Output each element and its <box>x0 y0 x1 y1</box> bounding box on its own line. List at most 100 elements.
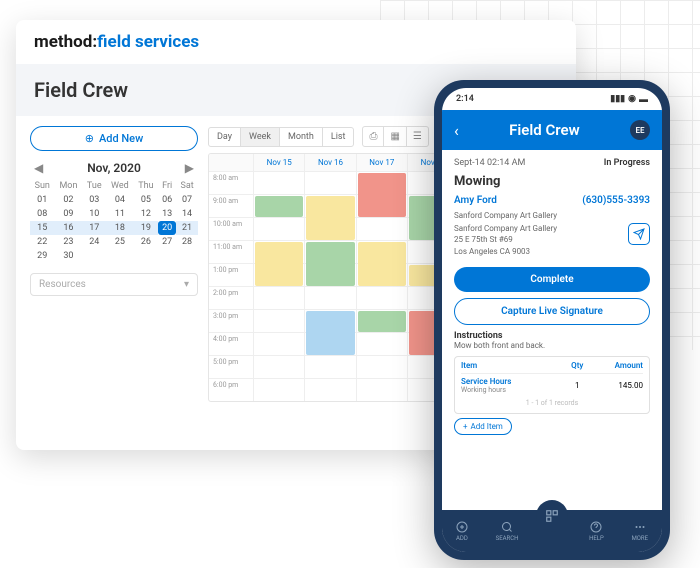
nav-search[interactable]: SEARCH <box>496 521 519 542</box>
list-view-icon[interactable]: ☰ <box>407 127 428 146</box>
calendar-day[interactable]: 07 <box>176 193 198 207</box>
calendar-day[interactable]: 16 <box>54 221 82 235</box>
schedule-cell[interactable] <box>304 218 355 240</box>
schedule-cell[interactable] <box>253 287 304 309</box>
schedule-cell[interactable] <box>304 172 355 194</box>
calendar-day[interactable]: 26 <box>134 235 159 249</box>
calendar-day[interactable]: 25 <box>106 235 134 249</box>
view-tab-month[interactable]: Month <box>280 128 323 146</box>
schedule-cell[interactable] <box>253 218 304 240</box>
schedule-cell[interactable] <box>356 218 407 240</box>
nav-more[interactable]: MORE <box>632 521 648 542</box>
time-label: 11:00 am <box>209 241 253 263</box>
schedule-cell[interactable] <box>304 333 355 355</box>
calendar-day[interactable] <box>176 249 198 263</box>
job-status: In Progress <box>604 158 650 168</box>
schedule-cell[interactable] <box>356 379 407 401</box>
schedule-cell[interactable] <box>356 195 407 217</box>
back-button[interactable]: ‹ <box>454 121 459 140</box>
wifi-icon: ◉ <box>628 94 636 104</box>
schedule-cell[interactable] <box>304 379 355 401</box>
calendar-day[interactable]: 11 <box>106 207 134 221</box>
calendar-day[interactable]: 19 <box>134 221 159 235</box>
calendar-day[interactable] <box>82 249 106 263</box>
schedule-cell[interactable] <box>356 287 407 309</box>
table-row[interactable]: Service Hours Working hours 1 145.00 <box>461 374 643 397</box>
calendar-day[interactable]: 03 <box>82 193 106 207</box>
calendar-day[interactable]: 01 <box>30 193 54 207</box>
schedule-cell[interactable] <box>356 356 407 378</box>
schedule-cell[interactable] <box>253 172 304 194</box>
navigate-button[interactable] <box>628 223 650 245</box>
prev-month-button[interactable]: ◀ <box>30 161 47 175</box>
schedule-cell[interactable] <box>304 356 355 378</box>
calendar-day[interactable] <box>134 249 159 263</box>
schedule-cell[interactable] <box>253 356 304 378</box>
schedule-cell[interactable] <box>304 195 355 217</box>
schedule-cell[interactable] <box>253 195 304 217</box>
calendar-day[interactable]: 02 <box>54 193 82 207</box>
calendar-day[interactable]: 04 <box>106 193 134 207</box>
customer-phone-link[interactable]: (630)555-3393 <box>582 195 650 206</box>
view-tab-list[interactable]: List <box>323 128 354 146</box>
resources-dropdown[interactable]: Resources ▾ <box>30 273 198 296</box>
calendar-day[interactable]: 23 <box>54 235 82 249</box>
grid-view-icon[interactable]: ▦ <box>384 127 406 146</box>
calendar-day[interactable]: 29 <box>30 249 54 263</box>
calendar-day[interactable]: 09 <box>54 207 82 221</box>
print-icon[interactable]: ⎙ <box>363 127 384 146</box>
avatar[interactable]: EE <box>630 120 650 140</box>
calendar-day[interactable]: 30 <box>54 249 82 263</box>
nav-help[interactable]: HELP <box>589 521 604 542</box>
schedule-cell[interactable] <box>356 333 407 355</box>
calendar-day[interactable]: 18 <box>106 221 134 235</box>
calendar-day[interactable] <box>158 249 176 263</box>
schedule-cell[interactable] <box>304 287 355 309</box>
calendar-month: Nov, 2020 <box>87 161 141 175</box>
calendar-day[interactable]: 08 <box>30 207 54 221</box>
calendar-day[interactable]: 05 <box>134 193 159 207</box>
calendar-day[interactable]: 06 <box>158 193 176 207</box>
calendar-day[interactable]: 17 <box>82 221 106 235</box>
schedule-cell[interactable] <box>304 264 355 286</box>
calendar-day[interactable]: 13 <box>158 207 176 221</box>
dow-header: Sat <box>176 179 198 193</box>
calendar-day[interactable]: 20 <box>158 221 176 235</box>
schedule-cell[interactable] <box>304 310 355 332</box>
add-item-button[interactable]: + Add Item <box>454 418 512 435</box>
phone-bottom-nav: ADD SEARCH APPS HELP MORE <box>442 510 662 552</box>
schedule-cell[interactable] <box>356 172 407 194</box>
view-tab-week[interactable]: Week <box>241 128 280 146</box>
view-tab-day[interactable]: Day <box>209 128 241 146</box>
calendar-day[interactable] <box>106 249 134 263</box>
next-month-button[interactable]: ▶ <box>181 161 198 175</box>
calendar-day[interactable]: 12 <box>134 207 159 221</box>
customer-name-link[interactable]: Amy Ford <box>454 195 497 206</box>
schedule-cell[interactable] <box>356 310 407 332</box>
calendar-day[interactable]: 14 <box>176 207 198 221</box>
schedule-cell[interactable] <box>304 241 355 263</box>
calendar-day[interactable]: 15 <box>30 221 54 235</box>
phone-screen: 2:14 ▮▮▮ ◉ ▬ ‹ Field Crew EE Sept-14 02:… <box>442 88 662 552</box>
calendar-day[interactable]: 24 <box>82 235 106 249</box>
add-new-button[interactable]: ⊕ Add New <box>30 126 198 151</box>
appointment-block[interactable] <box>358 311 406 332</box>
schedule-cell[interactable] <box>253 264 304 286</box>
schedule-cell[interactable] <box>253 241 304 263</box>
item-name: Service Hours <box>461 377 562 386</box>
schedule-cell[interactable] <box>253 310 304 332</box>
schedule-cell[interactable] <box>356 264 407 286</box>
calendar-day[interactable]: 21 <box>176 221 198 235</box>
nav-add[interactable]: ADD <box>456 521 468 542</box>
schedule-cell[interactable] <box>253 379 304 401</box>
appointment-block[interactable] <box>255 196 303 217</box>
dow-header: Thu <box>134 179 159 193</box>
calendar-day[interactable]: 22 <box>30 235 54 249</box>
schedule-cell[interactable] <box>356 241 407 263</box>
capture-signature-button[interactable]: Capture Live Signature <box>454 298 650 325</box>
schedule-cell[interactable] <box>253 333 304 355</box>
calendar-day[interactable]: 27 <box>158 235 176 249</box>
calendar-day[interactable]: 10 <box>82 207 106 221</box>
calendar-day[interactable]: 28 <box>176 235 198 249</box>
complete-button[interactable]: Complete <box>454 267 650 292</box>
